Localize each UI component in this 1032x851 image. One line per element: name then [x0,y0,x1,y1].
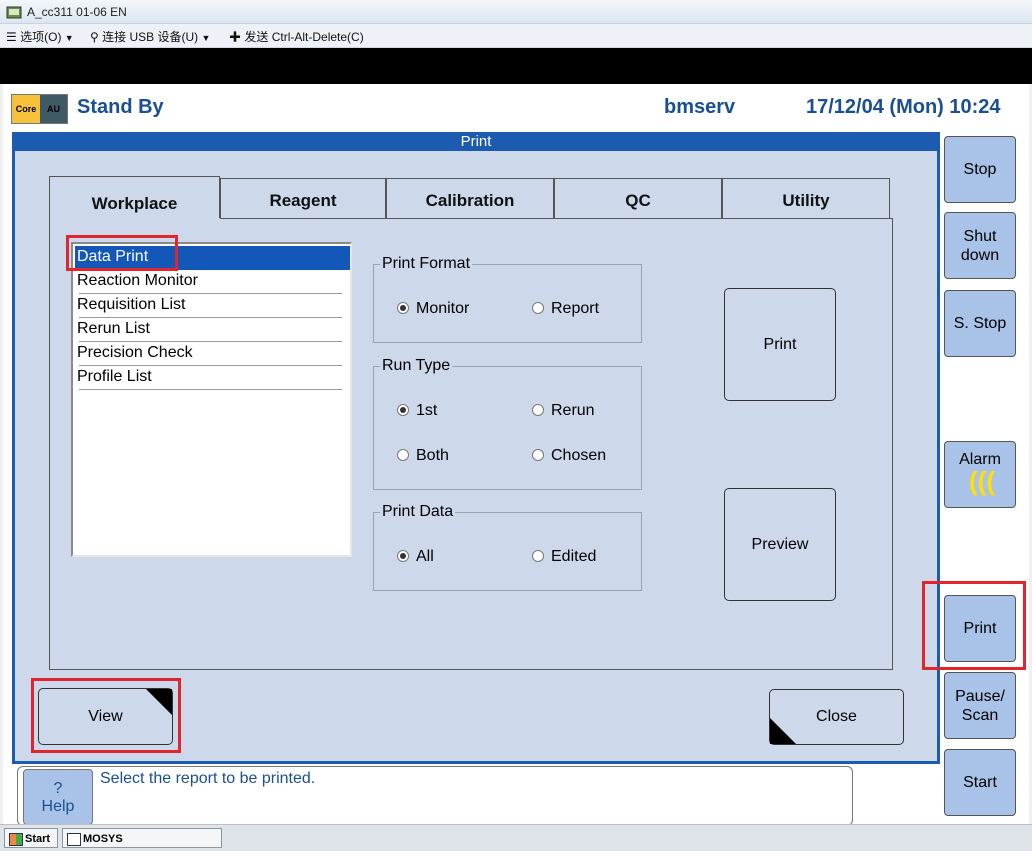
highlight-view [31,678,181,753]
report-list[interactable]: Data Print Reaction Monitor Requisition … [71,242,352,557]
instrument-status: Stand By [77,96,164,118]
radio-selected-icon [397,403,409,416]
print-button[interactable]: Print [724,288,836,401]
taskbar: Start MOSYS [0,824,1032,851]
stop-button[interactable]: Stop [944,136,1016,203]
start-button[interactable]: Start [944,749,1016,816]
radio-icon [532,403,544,416]
print-data-label: Print Data [380,503,456,521]
radio-selected-icon [397,301,409,314]
shutdown-button[interactable]: Shut down [944,212,1016,279]
app-icon [6,4,22,20]
run-type-group [373,366,642,490]
tab-divider [220,218,893,219]
chevron-down-icon: ▼ [64,33,74,43]
list-item-requisition-list[interactable]: Requisition List [75,294,350,318]
radio-selected-icon [397,549,409,562]
radio-edited[interactable]: Edited [532,548,596,566]
chevron-down-icon: ▼ [201,33,211,43]
windows-logo-icon [9,833,23,846]
pause-scan-button[interactable]: Pause/Scan [944,672,1016,739]
highlight-print-side [922,581,1026,670]
menu-send-cad[interactable]: ✚ 发送 Ctrl-Alt-Delete(C) [229,28,364,45]
s-stop-button[interactable]: S. Stop [944,290,1016,357]
usb-icon: ⚲ [90,30,99,44]
radio-1st[interactable]: 1st [397,402,437,420]
user-name: bmserv [664,96,736,118]
hamburger-icon: ☰ [6,30,17,44]
radio-all[interactable]: All [397,548,434,566]
window-titlebar: A_cc311 01-06 EN [0,0,1032,24]
list-item-profile-list[interactable]: Profile List [75,366,350,390]
menu-connect-usb[interactable]: ⚲ 连接 USB 设备(U) ▼ [90,28,210,45]
tab-utility[interactable]: Utility [722,178,890,218]
help-question-icon: ? [53,780,63,797]
tab-calibration[interactable]: Calibration [386,178,554,218]
menu-options[interactable]: ☰ 选项(O) ▼ [6,28,74,45]
radio-report[interactable]: Report [532,300,599,318]
keyboard-icon: ✚ [229,30,242,44]
list-item-rerun-list[interactable]: Rerun List [75,318,350,342]
highlight-data-print [66,235,178,271]
tab-workplace[interactable]: Workplace [49,176,220,220]
tab-qc[interactable]: QC [554,178,722,218]
radio-both[interactable]: Both [397,447,449,465]
taskbar-start-button[interactable]: Start [4,828,58,848]
radio-rerun[interactable]: Rerun [532,402,595,420]
menu-bar: ☰ 选项(O) ▼ ⚲ 连接 USB 设备(U) ▼ ✚ 发送 Ctrl-Alt… [0,24,1032,48]
remote-black-bar [0,48,1032,84]
help-button[interactable]: ? Help [23,769,93,825]
radio-icon [532,301,544,314]
close-button[interactable]: Close [769,689,904,745]
print-format-label: Print Format [380,255,473,273]
window-title: A_cc311 01-06 EN [27,5,127,19]
radio-icon [397,448,409,461]
dialog-title: Print [460,133,492,150]
alarm-wave-icon: ((( [969,466,995,496]
preview-button[interactable]: Preview [724,488,836,601]
date-time: 17/12/04 (Mon) 10:24 [806,96,1001,118]
run-type-label: Run Type [380,357,453,375]
logo: Core AU [11,94,68,124]
radio-icon [532,549,544,562]
radio-monitor[interactable]: Monitor [397,300,469,318]
status-message: Select the report to be printed. [100,770,316,787]
window-icon [67,833,81,846]
radio-chosen[interactable]: Chosen [532,447,606,465]
tab-reagent[interactable]: Reagent [220,178,386,218]
list-item-reaction-monitor[interactable]: Reaction Monitor [75,270,350,294]
alarm-button[interactable]: Alarm ((( [944,441,1016,508]
taskbar-app-mosys[interactable]: MOSYS [62,828,222,848]
list-item-precision-check[interactable]: Precision Check [75,342,350,366]
radio-icon [532,448,544,461]
